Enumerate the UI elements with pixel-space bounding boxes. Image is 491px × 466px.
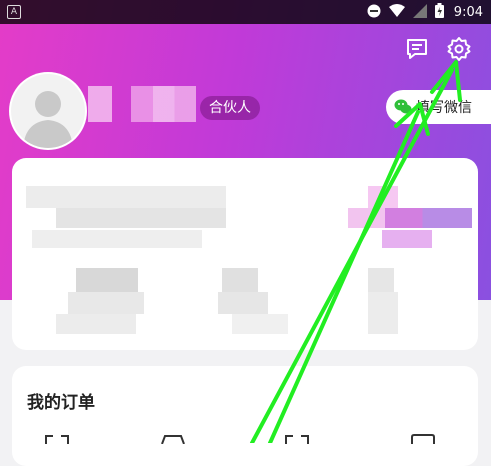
blurred-stat	[68, 292, 144, 314]
app-notification-icon: A	[7, 5, 21, 19]
orders-title: 我的订单	[27, 393, 95, 413]
blurred-text	[26, 186, 226, 208]
username-blurred	[88, 86, 196, 122]
avatar[interactable]	[9, 72, 87, 150]
fill-wechat-button[interactable]: 填写微信	[386, 90, 491, 124]
wechat-icon	[394, 99, 412, 114]
message-icon[interactable]	[404, 36, 430, 62]
signal-icon	[412, 3, 427, 22]
blurred-stat	[368, 268, 394, 292]
blurred-stat	[368, 292, 398, 334]
status-bar: A 9:04	[0, 0, 491, 24]
blurred-stat	[222, 268, 258, 292]
settings-gear-icon[interactable]	[446, 36, 472, 62]
partner-badge: 合伙人	[200, 96, 260, 120]
clock-time: 9:04	[453, 5, 483, 20]
blurred-highlight	[382, 230, 432, 248]
blurred-stat	[56, 314, 136, 334]
blurred-highlight	[348, 208, 472, 228]
blurred-stat	[218, 292, 268, 314]
dnd-icon	[367, 4, 381, 22]
blurred-text	[32, 230, 202, 248]
wifi-icon	[388, 3, 405, 22]
blurred-text	[56, 208, 226, 228]
battery-icon	[434, 3, 444, 22]
default-avatar-icon	[11, 74, 85, 148]
fill-wechat-label: 填写微信	[416, 100, 472, 116]
blurred-highlight	[368, 186, 398, 208]
blurred-stat	[76, 268, 138, 292]
blurred-stat	[232, 314, 288, 334]
account-info-card	[12, 158, 478, 350]
my-orders-section: 我的订单	[12, 366, 478, 466]
